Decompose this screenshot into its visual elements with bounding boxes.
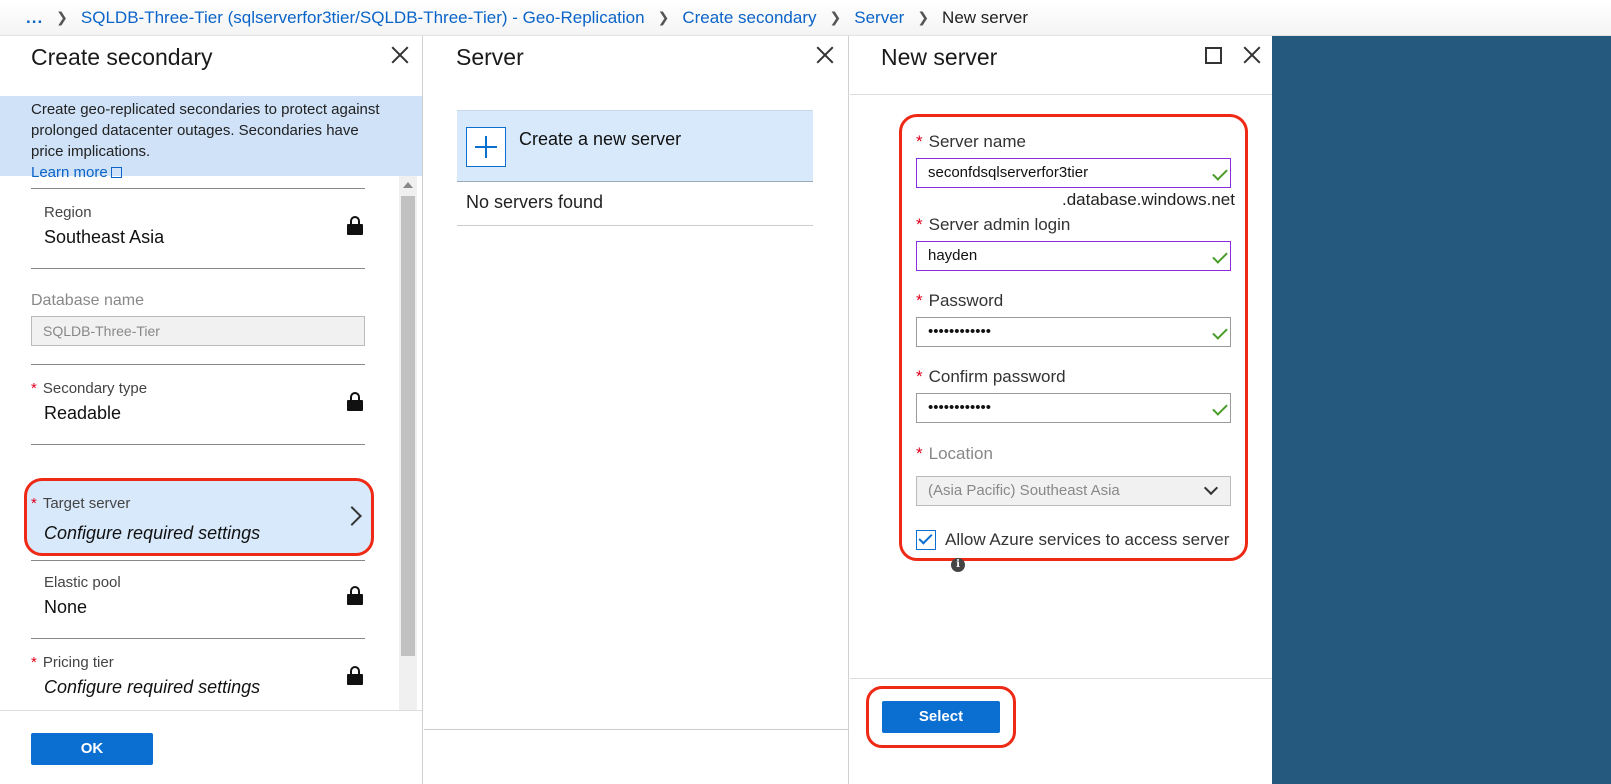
create-new-server-label: Create a new server (519, 129, 682, 149)
required-marker: * (31, 654, 37, 671)
chevron-right-icon: ❯ (917, 9, 930, 25)
region-value: Southeast Asia (44, 227, 165, 247)
confirm-password-label: * Confirm password (916, 367, 1066, 386)
password-label: * Password (916, 291, 1004, 310)
breadcrumb-server[interactable]: Server (854, 8, 904, 28)
lock-icon (347, 216, 363, 235)
ok-button[interactable]: OK (31, 733, 153, 765)
lock-icon (347, 666, 363, 685)
database-name-field: Database name SQLDB-Three-Tier (31, 292, 365, 346)
location-label: * Location (916, 444, 993, 463)
elastic-pool-field: Elastic pool None (31, 574, 365, 618)
portal-background (1272, 36, 1611, 784)
divider (31, 188, 365, 189)
plus-icon (466, 127, 506, 167)
divider (31, 268, 365, 269)
breadcrumb-geo-replication[interactable]: SQLDB-Three-Tier (sqlserverfor3tier/SQLD… (81, 8, 645, 28)
info-banner: Create geo-replicated secondaries to pro… (0, 96, 422, 181)
password-input[interactable]: •••••••••••• (916, 317, 1231, 347)
chevron-right-icon (342, 506, 362, 526)
pricing-tier-field: * Pricing tier Configure required setting… (31, 654, 365, 698)
chevron-down-icon (1203, 480, 1219, 496)
divider (850, 94, 1272, 95)
blade-footer: OK (0, 710, 422, 784)
password-value: •••••••••••• (928, 323, 992, 340)
info-text: Create geo-replicated secondaries to pro… (31, 101, 380, 160)
secondary-type-field: * Secondary type Readable (31, 380, 365, 424)
server-blade: Server Create a new server No servers fo… (424, 36, 849, 784)
confirm-password-value: •••••••••••• (928, 399, 992, 416)
server-name-suffix: .database.windows.net (1062, 190, 1235, 209)
checkmark-icon (1212, 248, 1228, 264)
secondary-type-label: Secondary type (42, 380, 148, 397)
new-server-blade: New server * Server name seconfdsqlserver… (850, 36, 1272, 784)
form-scroll-area: Region Southeast Asia Database name SQLD… (0, 176, 422, 746)
location-value: (Asia Pacific) Southeast Asia (928, 482, 1120, 499)
allow-azure-checkbox[interactable] (916, 530, 936, 550)
checkmark-icon (918, 530, 933, 545)
admin-login-value: hayden (928, 247, 978, 264)
server-name-label: * Server name (916, 132, 1026, 151)
create-secondary-blade: Create secondary Create geo-replicated s… (0, 36, 423, 784)
create-new-server-button[interactable]: Create a new server (457, 110, 813, 182)
divider (31, 364, 365, 365)
secondary-type-value: Readable (44, 403, 122, 423)
database-name-label: Database name (31, 292, 144, 309)
required-marker: * (31, 380, 37, 397)
region-label: Region (44, 204, 92, 221)
chevron-right-icon: ❯ (829, 9, 842, 25)
close-icon[interactable] (1240, 43, 1264, 67)
allow-azure-label: Allow Azure services to access server (945, 530, 1230, 549)
chevron-right-icon: ❯ (657, 9, 670, 25)
breadcrumb: ... ❯ SQLDB-Three-Tier (sqlserverfor3tie… (0, 0, 1611, 36)
maximize-icon[interactable] (1205, 47, 1222, 64)
close-icon[interactable] (813, 43, 837, 67)
chevron-right-icon: ❯ (56, 9, 68, 25)
select-button[interactable]: Select (882, 701, 1000, 733)
divider (31, 444, 365, 445)
pricing-tier-label: Pricing tier (42, 654, 114, 671)
database-name-input: SQLDB-Three-Tier (31, 316, 365, 346)
admin-login-input[interactable]: hayden (916, 241, 1231, 271)
server-name-input[interactable]: seconfdsqlserverfor3tier (916, 158, 1231, 188)
server-name-value: seconfdsqlserverfor3tier (928, 164, 1089, 181)
required-marker: * (31, 495, 37, 512)
scrollbar[interactable] (399, 176, 417, 746)
location-select: (Asia Pacific) Southeast Asia (916, 476, 1231, 506)
region-field: Region Southeast Asia (31, 204, 365, 248)
lock-icon (347, 586, 363, 605)
confirm-password-input[interactable]: •••••••••••• (916, 393, 1231, 423)
target-server-value: Configure required settings (44, 523, 261, 543)
divider (424, 729, 849, 730)
elastic-pool-label: Elastic pool (44, 574, 121, 591)
checkmark-icon (1212, 400, 1228, 416)
scrollbar-thumb[interactable] (401, 196, 415, 656)
blade-title: Server (456, 44, 524, 70)
blade-title: Create secondary (31, 44, 213, 70)
breadcrumb-create-secondary[interactable]: Create secondary (682, 8, 816, 28)
checkmark-icon (1212, 324, 1228, 340)
breadcrumb-current: New server (942, 7, 1029, 27)
info-icon[interactable]: i (951, 558, 965, 572)
elastic-pool-value: None (44, 597, 88, 617)
pricing-tier-value: Configure required settings (44, 677, 261, 697)
admin-login-label: * Server admin login (916, 215, 1071, 234)
breadcrumb-ellipsis[interactable]: ... (26, 8, 43, 28)
divider (31, 638, 365, 639)
checkmark-icon (1212, 165, 1228, 181)
scroll-up-icon[interactable] (403, 182, 413, 188)
divider (850, 678, 1272, 679)
no-servers-message: No servers found (457, 182, 813, 226)
target-server-row[interactable]: * Target server Configure required settin… (24, 478, 374, 556)
blade-title: New server (881, 44, 998, 70)
lock-icon (347, 392, 363, 411)
divider (31, 560, 365, 561)
target-server-label: Target server (42, 495, 131, 512)
close-icon[interactable] (388, 43, 412, 67)
